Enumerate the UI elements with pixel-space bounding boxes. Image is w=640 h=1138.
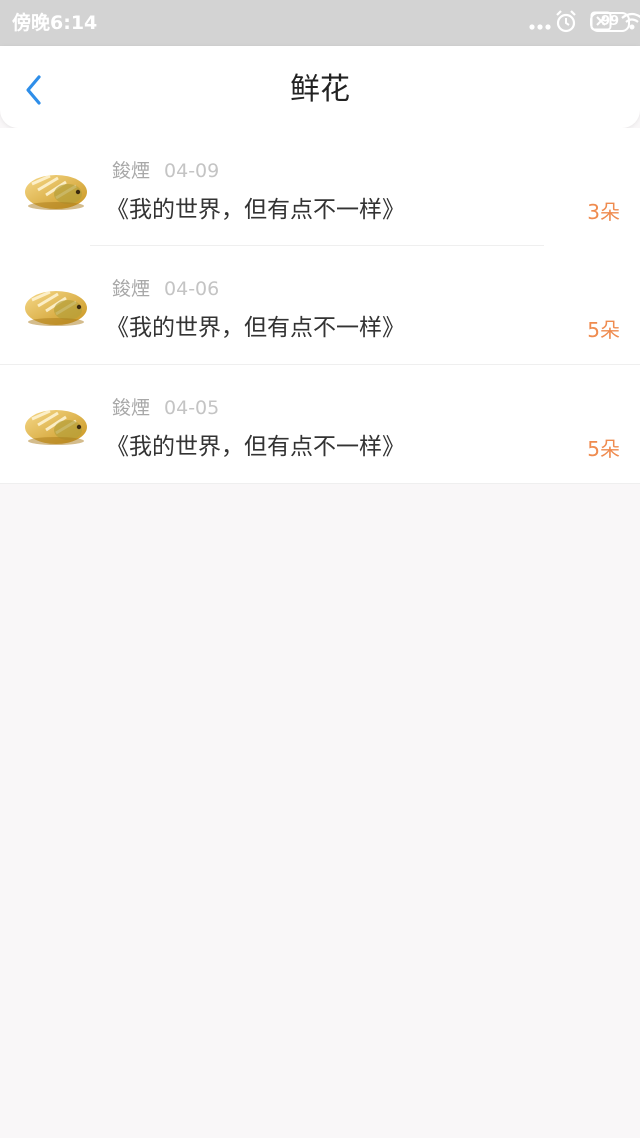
record-date: 04-05 — [164, 397, 220, 419]
flower-record-row[interactable]: 鋑煙 04-06 《我的世界，但有点不一样》 5朵 — [0, 246, 640, 365]
avatar — [22, 164, 92, 212]
record-date: 04-09 — [164, 160, 220, 182]
battery-level: 99 — [600, 14, 620, 29]
book-title: 《我的世界，但有点不一样》 — [106, 197, 405, 223]
record-date: 04-06 — [164, 278, 220, 300]
status-bar: 傍晚6:14 99 — [0, 0, 640, 46]
flower-count: 3朵 — [587, 200, 620, 224]
avatar — [22, 282, 92, 330]
username: 鋑煙 — [112, 278, 151, 300]
status-icons — [350, 8, 640, 39]
record-meta: 鋑煙 04-06 — [112, 274, 219, 300]
book-title: 《我的世界，但有点不一样》 — [106, 434, 405, 460]
more-dots-icon — [528, 17, 552, 36]
alarm-icon — [554, 9, 578, 39]
page-title: 鲜花 — [290, 72, 350, 107]
flower-record-row[interactable]: 鋑煙 04-05 《我的世界，但有点不一样》 5朵 — [0, 365, 640, 484]
flower-record-list: 鋑煙 04-09 《我的世界，但有点不一样》 3朵 鋑煙 04-06 《我的世界，但… — [0, 128, 640, 484]
header-bar: 鲜花 — [0, 46, 640, 128]
book-title: 《我的世界，但有点不一样》 — [106, 315, 405, 341]
flower-count: 5朵 — [587, 437, 620, 461]
flower-record-row[interactable]: 鋑煙 04-09 《我的世界，但有点不一样》 3朵 — [0, 128, 640, 246]
username: 鋑煙 — [112, 397, 151, 419]
record-meta: 鋑煙 04-05 — [112, 393, 219, 419]
username: 鋑煙 — [112, 160, 151, 182]
status-time: 傍晚6:14 — [12, 12, 98, 34]
record-meta: 鋑煙 04-09 — [112, 156, 219, 182]
battery-icon: 99 — [590, 12, 630, 32]
avatar — [22, 401, 92, 449]
flower-count: 5朵 — [587, 318, 620, 342]
